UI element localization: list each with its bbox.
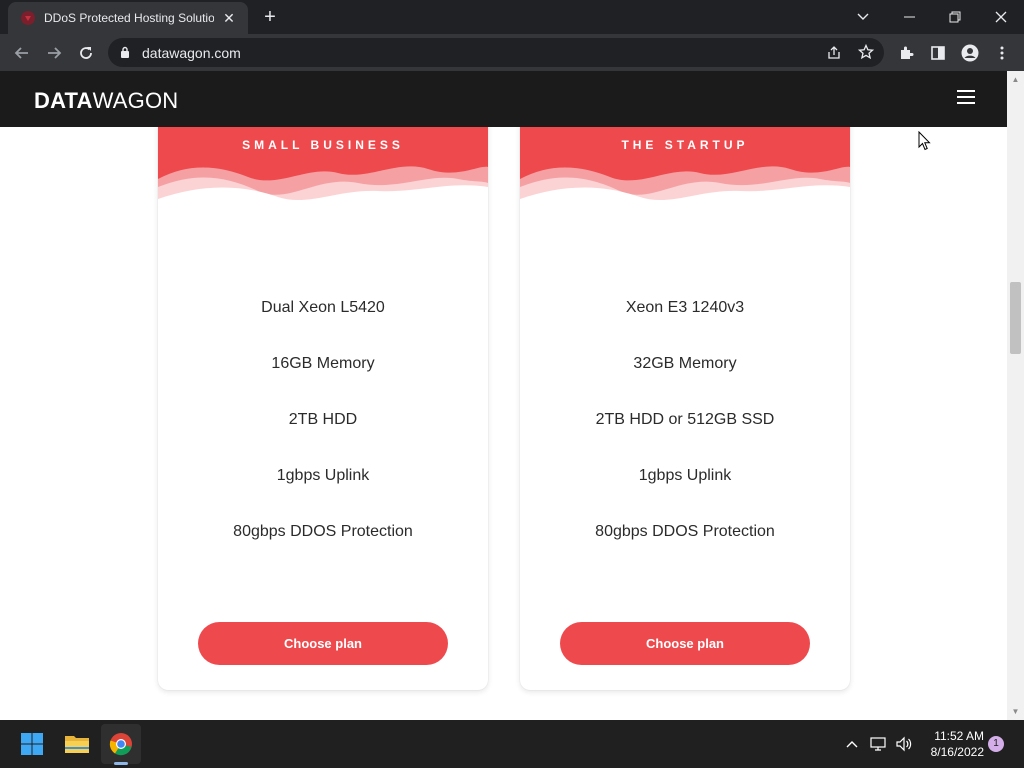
page-scrollbar[interactable]: ▲ ▼	[1007, 71, 1024, 720]
browser-tab-strip: DDoS Protected Hosting Solution ✕ +	[0, 0, 1024, 34]
plan-name: THE STARTUP	[621, 138, 749, 152]
forward-arrow-icon[interactable]	[41, 40, 67, 66]
pricing-section: SMALL BUSINESS Dual Xeon L5420 16GB Memo…	[0, 127, 1007, 720]
kebab-menu-icon[interactable]	[989, 40, 1015, 66]
address-bar[interactable]: datawagon.com	[108, 38, 884, 67]
tab-close-icon[interactable]: ✕	[220, 10, 238, 27]
site-favicon-icon	[21, 11, 35, 25]
plan-feature: 1gbps Uplink	[276, 467, 370, 484]
tab-title: DDoS Protected Hosting Solution	[44, 11, 214, 25]
profile-icon[interactable]	[957, 40, 983, 66]
clock-time: 11:52 AM	[934, 729, 984, 743]
datawagon-logo[interactable]: DATAWAGON	[34, 88, 178, 114]
reload-icon[interactable]	[73, 40, 99, 66]
plan-card-header: THE STARTUP	[520, 127, 850, 217]
scroll-up-arrow-icon[interactable]: ▲	[1011, 75, 1020, 84]
minimize-button[interactable]	[886, 0, 932, 34]
plan-name: SMALL BUSINESS	[242, 138, 404, 152]
clock-date: 8/16/2022	[930, 745, 984, 759]
restore-button[interactable]	[932, 0, 978, 34]
browser-tab[interactable]: DDoS Protected Hosting Solution ✕	[8, 2, 248, 34]
plan-feature: 2TB HDD	[288, 411, 358, 428]
extensions-icon[interactable]	[893, 40, 919, 66]
plan-feature: 32GB Memory	[633, 355, 737, 372]
active-app-indicator	[114, 762, 128, 765]
plan-feature: 1gbps Uplink	[638, 467, 732, 484]
hamburger-menu-icon[interactable]	[957, 90, 975, 106]
close-window-button[interactable]	[978, 0, 1024, 34]
side-panel-icon[interactable]	[925, 40, 951, 66]
file-explorer-icon[interactable]	[57, 724, 97, 764]
site-header: DATAWAGON	[0, 71, 1007, 127]
plan-feature: 2TB HDD or 512GB SSD	[595, 411, 775, 428]
plan-card-the-startup: THE STARTUP Xeon E3 1240v3 32GB Memory 2…	[520, 127, 850, 690]
plan-feature-list: Dual Xeon L5420 16GB Memory 2TB HDD 1gbp…	[158, 289, 488, 569]
notification-badge[interactable]: 1	[988, 736, 1004, 752]
chrome-icon[interactable]	[101, 724, 141, 764]
plan-feature: 80gbps DDOS Protection	[595, 523, 775, 540]
plan-card-header: SMALL BUSINESS	[158, 127, 488, 217]
volume-icon[interactable]	[894, 734, 914, 754]
plan-card-small-business: SMALL BUSINESS Dual Xeon L5420 16GB Memo…	[158, 127, 488, 690]
network-icon[interactable]	[869, 734, 889, 754]
logo-bold-part: DATA	[34, 88, 93, 113]
lock-icon[interactable]	[120, 46, 130, 59]
url-text[interactable]: datawagon.com	[142, 45, 241, 61]
tab-search-icon[interactable]	[840, 0, 886, 34]
plan-feature: 16GB Memory	[271, 355, 375, 372]
taskbar-clock[interactable]: 11:52 AM 8/16/2022	[920, 728, 984, 760]
chevron-up-icon[interactable]	[842, 734, 862, 754]
scroll-down-arrow-icon[interactable]: ▼	[1011, 707, 1020, 716]
choose-plan-button-the-startup[interactable]: Choose plan	[560, 622, 810, 665]
plan-feature: Xeon E3 1240v3	[625, 299, 745, 316]
scrollbar-thumb[interactable]	[1010, 282, 1021, 354]
share-icon[interactable]	[826, 45, 842, 61]
new-tab-button[interactable]: +	[258, 5, 282, 29]
back-arrow-icon[interactable]	[9, 40, 35, 66]
plan-feature: 80gbps DDOS Protection	[233, 523, 413, 540]
plan-feature-list: Xeon E3 1240v3 32GB Memory 2TB HDD or 51…	[520, 289, 850, 569]
windows-start-icon[interactable]	[12, 724, 52, 764]
mouse-cursor-icon	[918, 131, 931, 151]
logo-light-part: WAGON	[92, 88, 179, 113]
browser-toolbar: datawagon.com	[0, 34, 1024, 71]
bookmark-star-icon[interactable]	[858, 44, 874, 60]
plan-feature: Dual Xeon L5420	[261, 299, 385, 316]
choose-plan-button-small-business[interactable]: Choose plan	[198, 622, 448, 665]
windows-taskbar: 11:52 AM 8/16/2022 1	[0, 720, 1024, 768]
